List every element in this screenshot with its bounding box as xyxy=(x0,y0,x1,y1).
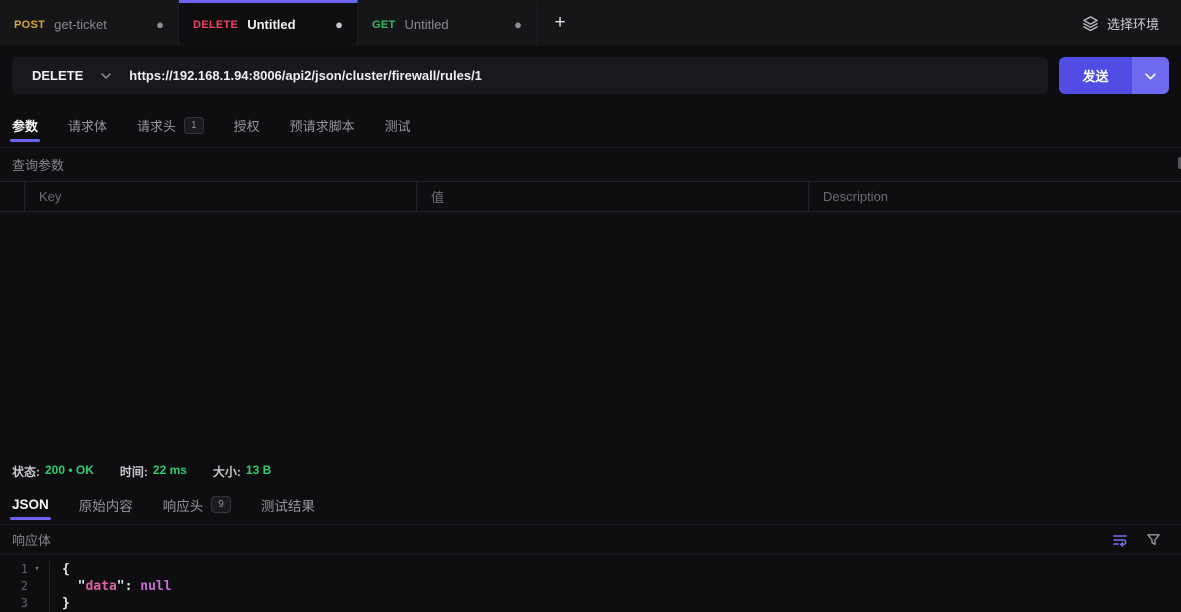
code-line: 2 "data": null xyxy=(0,578,1181,595)
tab-json[interactable]: JSON xyxy=(12,485,49,524)
tab-label: 预请求脚本 xyxy=(290,116,355,135)
chevron-down-icon xyxy=(1145,68,1156,83)
tab-tests[interactable]: 测试 xyxy=(385,104,411,147)
send-button[interactable]: 发送 xyxy=(1059,57,1132,94)
new-tab-button[interactable]: + xyxy=(537,0,583,46)
unsaved-dot-icon[interactable]: ● xyxy=(335,18,343,31)
column-header-description[interactable]: Description xyxy=(809,182,1181,211)
code-line: 3 } xyxy=(0,595,1181,612)
word-wrap-icon[interactable] xyxy=(1112,532,1128,548)
tab-pre-request-script[interactable]: 预请求脚本 xyxy=(290,104,355,147)
unsaved-dot-icon[interactable]: ● xyxy=(514,18,522,31)
line-number: 3 xyxy=(0,595,28,612)
method-dropdown[interactable]: DELETE xyxy=(12,57,129,94)
json-key: data xyxy=(85,579,116,594)
response-body-label: 响应体 xyxy=(12,530,51,549)
tab-label: 参数 xyxy=(12,116,38,135)
json-null-value: null xyxy=(140,579,171,594)
tab-title: Untitled xyxy=(247,17,326,32)
headers-count-badge: 1 xyxy=(184,117,204,134)
tab-untitled-get[interactable]: GET Untitled ● xyxy=(358,0,537,46)
chevron-down-icon xyxy=(101,66,111,84)
tab-label: 请求体 xyxy=(68,116,107,135)
method-label: DELETE xyxy=(32,68,83,83)
code-text: } xyxy=(50,595,70,612)
params-table-header: Key 值 Description xyxy=(0,181,1181,212)
tab-test-results[interactable]: 测试结果 xyxy=(261,485,315,524)
tab-title: get-ticket xyxy=(54,17,147,32)
column-header-key[interactable]: Key xyxy=(25,182,417,211)
size-value: 13 B xyxy=(246,463,271,480)
tab-label: 请求头 xyxy=(137,116,176,135)
row-select-column xyxy=(0,182,25,211)
query-params-header: 查询参数 xyxy=(0,148,1181,181)
url-input[interactable] xyxy=(129,68,1048,83)
tab-bar: POST get-ticket ● DELETE Untitled ● GET … xyxy=(0,0,1181,46)
request-bar: DELETE 发送 xyxy=(0,46,1181,104)
tab-authorization[interactable]: 授权 xyxy=(234,104,260,147)
unsaved-dot-icon[interactable]: ● xyxy=(156,18,164,31)
tab-raw-content[interactable]: 原始内容 xyxy=(79,485,133,524)
response-headers-count-badge: 9 xyxy=(211,496,231,513)
send-options-button[interactable] xyxy=(1132,57,1169,94)
line-number: 1 xyxy=(0,561,28,578)
status-code: 状态: 200 • OK xyxy=(12,463,94,480)
tab-label: 原始内容 xyxy=(79,495,133,515)
status-value: 200 • OK xyxy=(45,463,94,480)
tab-label: 测试结果 xyxy=(261,495,315,515)
layers-icon xyxy=(1082,15,1099,32)
request-tabs: 参数 请求体 请求头 1 授权 预请求脚本 测试 xyxy=(0,104,1181,148)
time-value: 22 ms xyxy=(153,463,187,480)
line-number: 2 xyxy=(0,578,28,595)
code-text: { xyxy=(50,561,70,578)
url-box: DELETE xyxy=(12,57,1048,94)
tab-get-ticket[interactable]: POST get-ticket ● xyxy=(0,0,179,46)
tab-title: Untitled xyxy=(405,17,506,32)
tab-request-body[interactable]: 请求体 xyxy=(68,104,107,147)
tab-method-post: POST xyxy=(14,19,45,31)
params-empty-area xyxy=(0,212,1181,457)
time-label: 时间: xyxy=(120,463,148,480)
query-params-label: 查询参数 xyxy=(12,155,64,174)
tab-label: 测试 xyxy=(385,116,411,135)
response-status-bar: 状态: 200 • OK 时间: 22 ms 大小: 13 B xyxy=(0,457,1181,485)
status-label: 状态: xyxy=(12,463,40,480)
code-text: "data": null xyxy=(50,578,172,595)
response-body-header: 响应体 xyxy=(0,525,1181,555)
tab-request-headers[interactable]: 请求头 1 xyxy=(137,104,204,147)
tab-params[interactable]: 参数 xyxy=(12,104,38,147)
size-label: 大小: xyxy=(213,463,241,480)
response-time: 时间: 22 ms xyxy=(120,463,187,480)
column-header-value[interactable]: 值 xyxy=(417,182,809,211)
response-size: 大小: 13 B xyxy=(213,463,271,480)
response-json-editor[interactable]: 1 ▾ { 2 "data": null 3 } xyxy=(0,555,1181,612)
environment-selector[interactable]: 选择环境 xyxy=(1060,0,1181,46)
tab-label: 授权 xyxy=(234,116,260,135)
tab-label: JSON xyxy=(12,497,49,512)
environment-label: 选择环境 xyxy=(1107,14,1159,33)
tab-method-delete: DELETE xyxy=(193,19,238,31)
tab-method-get: GET xyxy=(372,19,396,31)
tab-untitled-delete[interactable]: DELETE Untitled ● xyxy=(179,0,358,46)
send-split-button: 发送 xyxy=(1059,57,1169,94)
tab-label: 响应头 xyxy=(163,495,204,515)
filter-icon[interactable] xyxy=(1146,532,1161,547)
tab-response-headers[interactable]: 响应头 9 xyxy=(163,485,231,524)
code-line: 1 ▾ { xyxy=(0,561,1181,578)
fold-arrow-icon[interactable]: ▾ xyxy=(28,561,46,578)
response-tabs: JSON 原始内容 响应头 9 测试结果 xyxy=(0,485,1181,525)
